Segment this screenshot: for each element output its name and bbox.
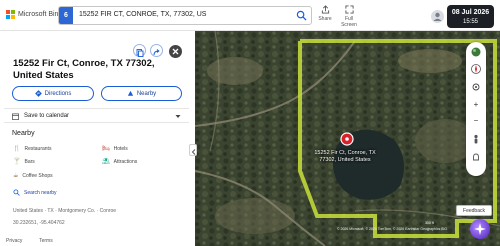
bar-icon: 🍸: [13, 159, 21, 165]
nearby-item-label: Restaurants: [24, 146, 52, 152]
directions-button[interactable]: Directions: [12, 86, 94, 101]
hotel-icon: 🛏: [102, 146, 110, 152]
user-icon: [433, 12, 442, 21]
nearby-heading: Nearby: [12, 130, 35, 137]
nearby-coffee-link[interactable]: ☕ Coffee Shops: [13, 173, 53, 179]
copilot-button[interactable]: [470, 219, 490, 239]
person-icon: [474, 134, 478, 144]
footer: Privacy Terms: [6, 238, 53, 244]
close-icon: [172, 48, 179, 55]
terms-link[interactable]: Terms: [39, 238, 53, 244]
map-canvas[interactable]: 15252 Fir Ct, Conroe, TX 77302, United S…: [195, 31, 500, 246]
avatar[interactable]: [431, 10, 444, 23]
collapse-panel-button[interactable]: [189, 144, 197, 156]
search-tag[interactable]: 6: [59, 7, 73, 24]
search-nearby-link[interactable]: Search nearby: [13, 189, 57, 196]
bell-icon: [473, 153, 479, 161]
scale-bar: 300 ft: [425, 221, 434, 225]
compass-button[interactable]: [466, 63, 486, 78]
alert-button[interactable]: [466, 152, 486, 166]
search-box[interactable]: 6 15252 FIR CT, CONROE, TX, 77302, US: [58, 6, 312, 25]
top-bar: Microsoft Bing 6 15252 FIR CT, CONROE, T…: [0, 0, 500, 31]
sparkle-icon: [474, 223, 486, 235]
fullscreen-button[interactable]: Full Screen: [337, 5, 361, 28]
date-text: 08 Jul 2026: [451, 9, 490, 16]
share-location-button[interactable]: [150, 44, 163, 57]
copy-icon: [136, 49, 144, 57]
nearby-item-label: Hotels: [113, 146, 128, 152]
attraction-icon: ⛱: [102, 159, 110, 165]
nearby-bars-link[interactable]: 🍸 Bars: [13, 159, 35, 165]
directions-label: Directions: [44, 90, 72, 97]
search-input[interactable]: 15252 FIR CT, CONROE, TX, 77302, US: [79, 11, 206, 18]
copy-button[interactable]: [133, 44, 146, 57]
fullscreen-icon: [344, 5, 354, 14]
share-arrow-icon: [153, 49, 160, 56]
search-icon[interactable]: [296, 10, 307, 21]
nearby-label: Nearby: [136, 90, 157, 97]
save-to-calendar-label: Save to calendar: [24, 113, 70, 119]
privacy-link[interactable]: Privacy: [6, 238, 22, 244]
feedback-button[interactable]: Feedback: [456, 205, 492, 216]
streetside-button[interactable]: [466, 134, 486, 148]
bing-logo[interactable]: Microsoft Bing: [6, 10, 62, 19]
restaurant-icon: 🍴: [13, 146, 21, 152]
layers-button[interactable]: [466, 45, 486, 61]
time-text: 15:55: [462, 19, 478, 25]
share-label: Share: [318, 16, 332, 22]
directions-icon: [34, 90, 42, 97]
nearby-icon: [127, 90, 133, 96]
save-to-calendar-row[interactable]: Save to calendar: [4, 108, 189, 123]
address-title: 15252 Fir Ct, Conroe, TX 77302, United S…: [13, 58, 155, 81]
close-button[interactable]: [169, 45, 182, 58]
search-icon: [13, 189, 20, 196]
microsoft-logo-icon: [6, 10, 15, 19]
pin-label: 15252 Fir Ct, Conroe, TX 77302, United S…: [314, 150, 376, 163]
clock-widget: 08 Jul 2026 15:55: [447, 5, 494, 28]
chevron-down-icon[interactable]: [175, 114, 181, 119]
feedback-label: Feedback: [463, 208, 485, 214]
zoom-in-button[interactable]: +: [466, 100, 486, 110]
search-nearby-label: Search nearby: [24, 189, 57, 196]
nearby-attractions-link[interactable]: ⛱ Attractions: [102, 159, 137, 165]
location-breadcrumb[interactable]: United States · TX · Montgomery Co. · Co…: [13, 208, 116, 214]
brand-name: Microsoft Bing: [18, 11, 63, 18]
coffee-icon: ☕: [13, 173, 19, 179]
chevron-left-icon: [191, 149, 196, 155]
nearby-button[interactable]: Nearby: [101, 86, 182, 101]
share-icon: [321, 5, 329, 14]
fullscreen-label: Full Screen: [341, 16, 357, 28]
nearby-hotels-link[interactable]: 🛏 Hotels: [102, 146, 128, 152]
map-copyright: © 2026 Microsoft, © 2026 TomTom, © 2026 …: [337, 227, 448, 231]
globe-icon: [471, 47, 481, 57]
bing-maps-window: Microsoft Bing 6 15252 FIR CT, CONROE, T…: [0, 0, 500, 246]
compass-icon: [471, 64, 481, 74]
coordinates-text: 30.232651, -95.404762: [13, 220, 65, 226]
target-icon: [472, 83, 480, 91]
share-button[interactable]: Share: [313, 5, 337, 22]
calendar-icon: [12, 113, 19, 120]
nearby-item-label: Bars: [24, 159, 35, 165]
location-card: 15252 Fir Ct, Conroe, TX 77302, United S…: [4, 38, 189, 231]
map-controls: + −: [466, 42, 486, 176]
nearby-restaurants-link[interactable]: 🍴 Restaurants: [13, 146, 51, 152]
location-pin-icon[interactable]: [340, 132, 354, 146]
satellite-imagery: [195, 31, 500, 246]
nearby-item-label: Coffee Shops: [22, 173, 53, 179]
zoom-out-button[interactable]: −: [466, 116, 486, 126]
locate-me-button[interactable]: [466, 82, 486, 95]
nearby-item-label: Attractions: [113, 159, 138, 165]
